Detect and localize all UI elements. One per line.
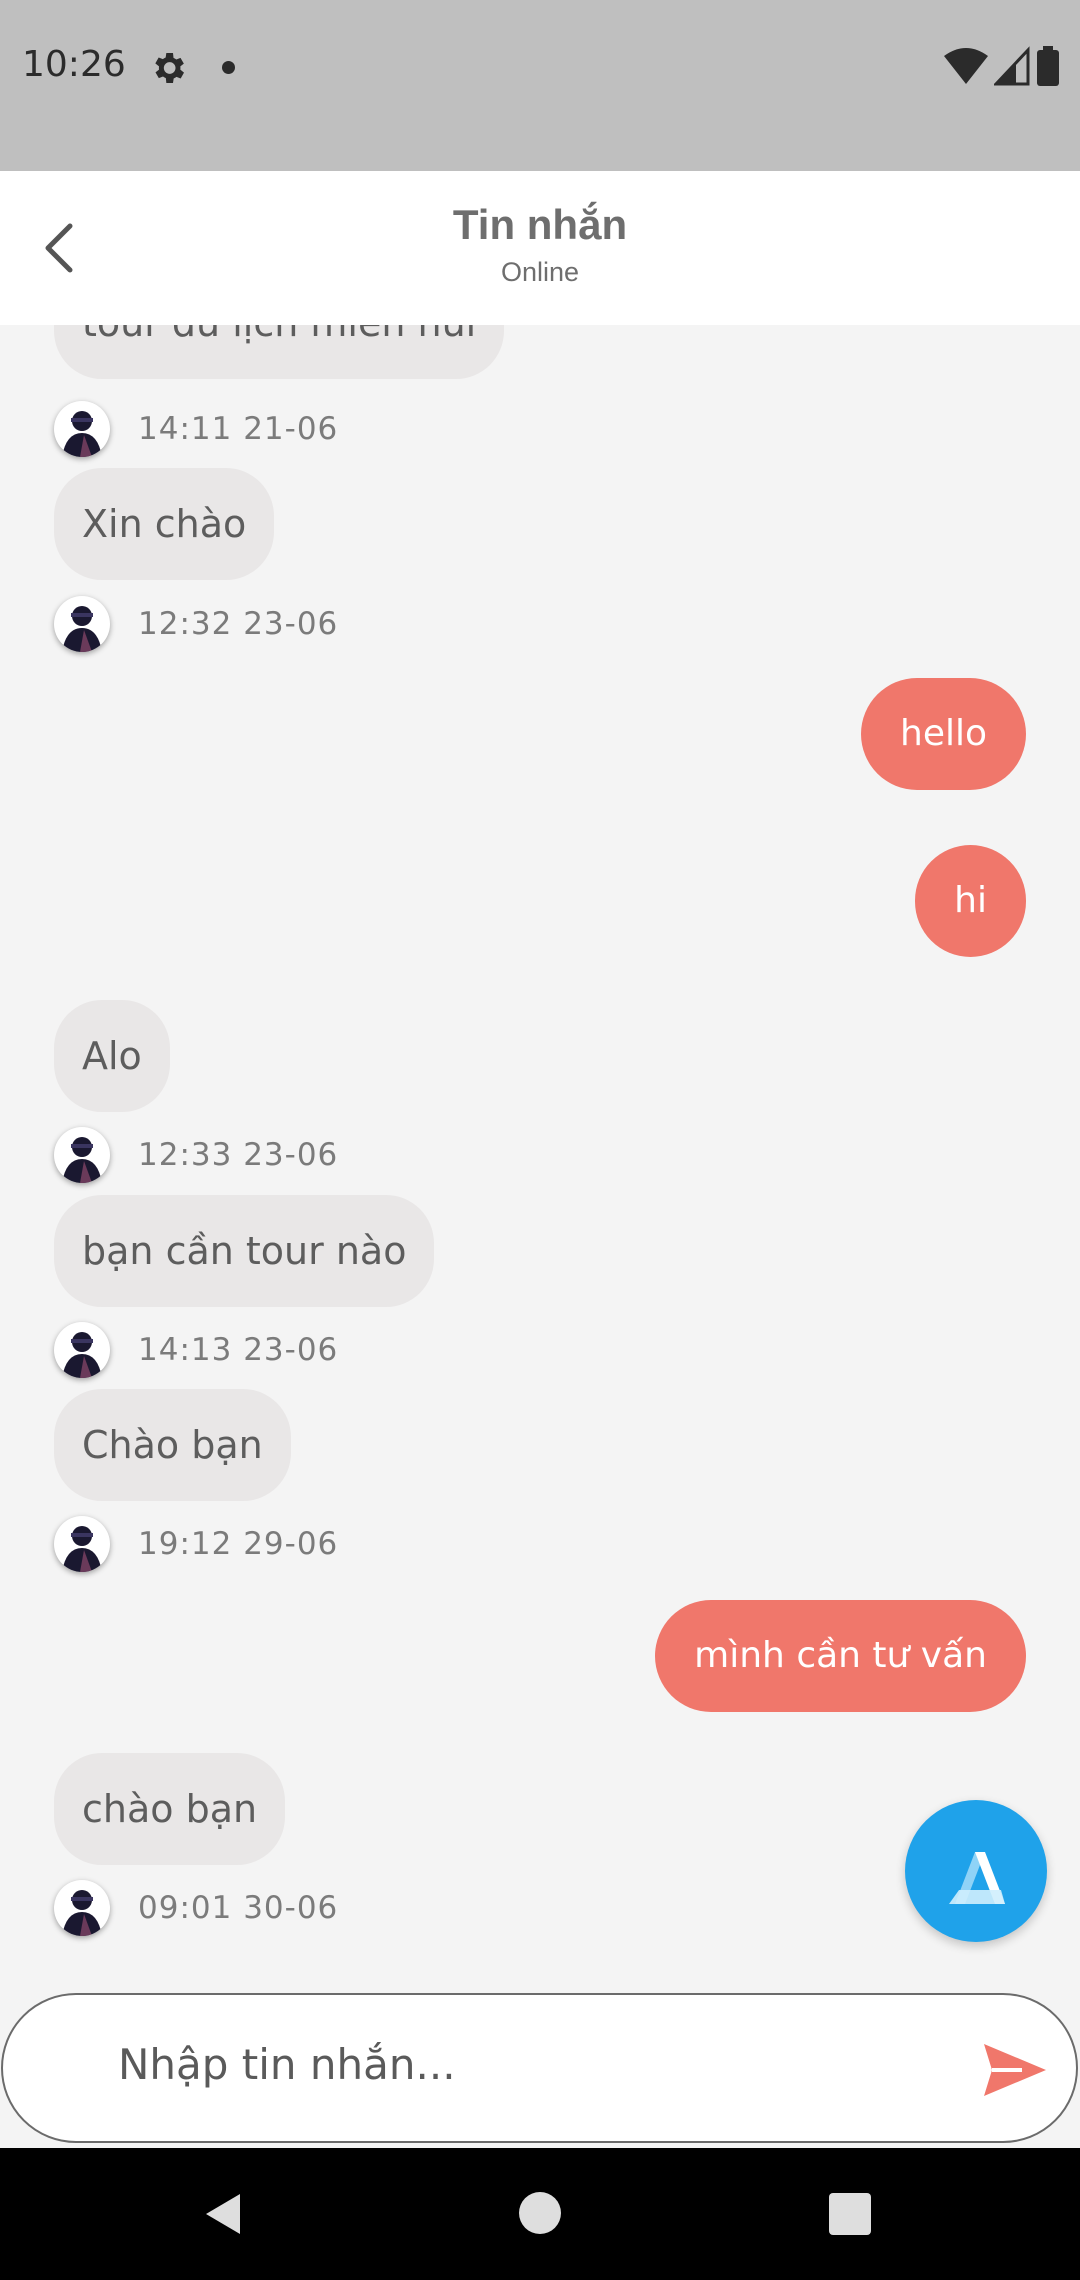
incoming-message: tour du lịch miền núi (54, 325, 505, 379)
incoming-message: Xin chào (54, 468, 275, 580)
online-status: Online (500, 257, 580, 287)
incoming-message: Chào bạn (54, 1389, 291, 1501)
message-time: 09:01 30-06 (138, 1890, 339, 1926)
outgoing-message: hello (861, 678, 1026, 790)
status-icons (944, 44, 1060, 88)
message-meta: 12:32 23-06 (54, 596, 338, 652)
avatar (54, 1516, 110, 1572)
floating-app-button[interactable] (905, 1800, 1047, 1942)
incoming-message: bạn cần tour nào (54, 1195, 435, 1307)
chat-header: Tin nhắn Online (0, 171, 1080, 325)
message-time: 14:11 21-06 (138, 411, 339, 447)
send-icon[interactable] (982, 2042, 1048, 2098)
incoming-message: Alo (54, 1000, 170, 1112)
outgoing-message: hi (915, 845, 1026, 957)
message-time: 19:12 29-06 (138, 1526, 339, 1562)
notification-dot-icon (222, 61, 235, 74)
status-bar: 10:26 (0, 0, 1080, 171)
page-title: Tin nhắn (452, 201, 628, 248)
outgoing-message: mình cần tư vấn (655, 1600, 1026, 1712)
wifi-icon (944, 48, 988, 84)
app-logo-icon (949, 1852, 1005, 1904)
avatar (54, 596, 110, 652)
nav-recents-icon[interactable] (829, 2193, 871, 2235)
message-time: 12:32 23-06 (138, 606, 339, 642)
avatar (54, 1880, 110, 1936)
signal-icon (994, 46, 1030, 86)
incoming-message: chào bạn (54, 1753, 286, 1865)
message-meta: 14:11 21-06 (54, 401, 338, 457)
status-time: 10:26 (22, 44, 126, 85)
message-meta: 19:12 29-06 (54, 1516, 338, 1572)
system-nav-bar (0, 2148, 1080, 2280)
message-meta: 14:13 23-06 (54, 1322, 338, 1378)
avatar (54, 401, 110, 457)
message-input[interactable]: Nhập tin nhắn... (1, 1993, 1078, 2143)
nav-home-icon[interactable] (519, 2192, 561, 2234)
message-time: 12:33 23-06 (138, 1137, 339, 1173)
avatar (54, 1127, 110, 1183)
message-meta: 09:01 30-06 (54, 1880, 338, 1936)
settings-gear-icon (155, 53, 184, 83)
message-time: 14:13 23-06 (138, 1332, 339, 1368)
message-composer: Nhập tin nhắn... (0, 1988, 1080, 2148)
message-input-placeholder: Nhập tin nhắn... (118, 2040, 456, 2089)
battery-icon (1037, 46, 1059, 86)
message-list[interactable]: tour du lịch miền núi 14:11 21-06 Xin ch… (0, 325, 1080, 1988)
message-meta: 12:33 23-06 (54, 1127, 338, 1183)
nav-back-icon[interactable] (200, 2190, 248, 2238)
avatar (54, 1322, 110, 1378)
